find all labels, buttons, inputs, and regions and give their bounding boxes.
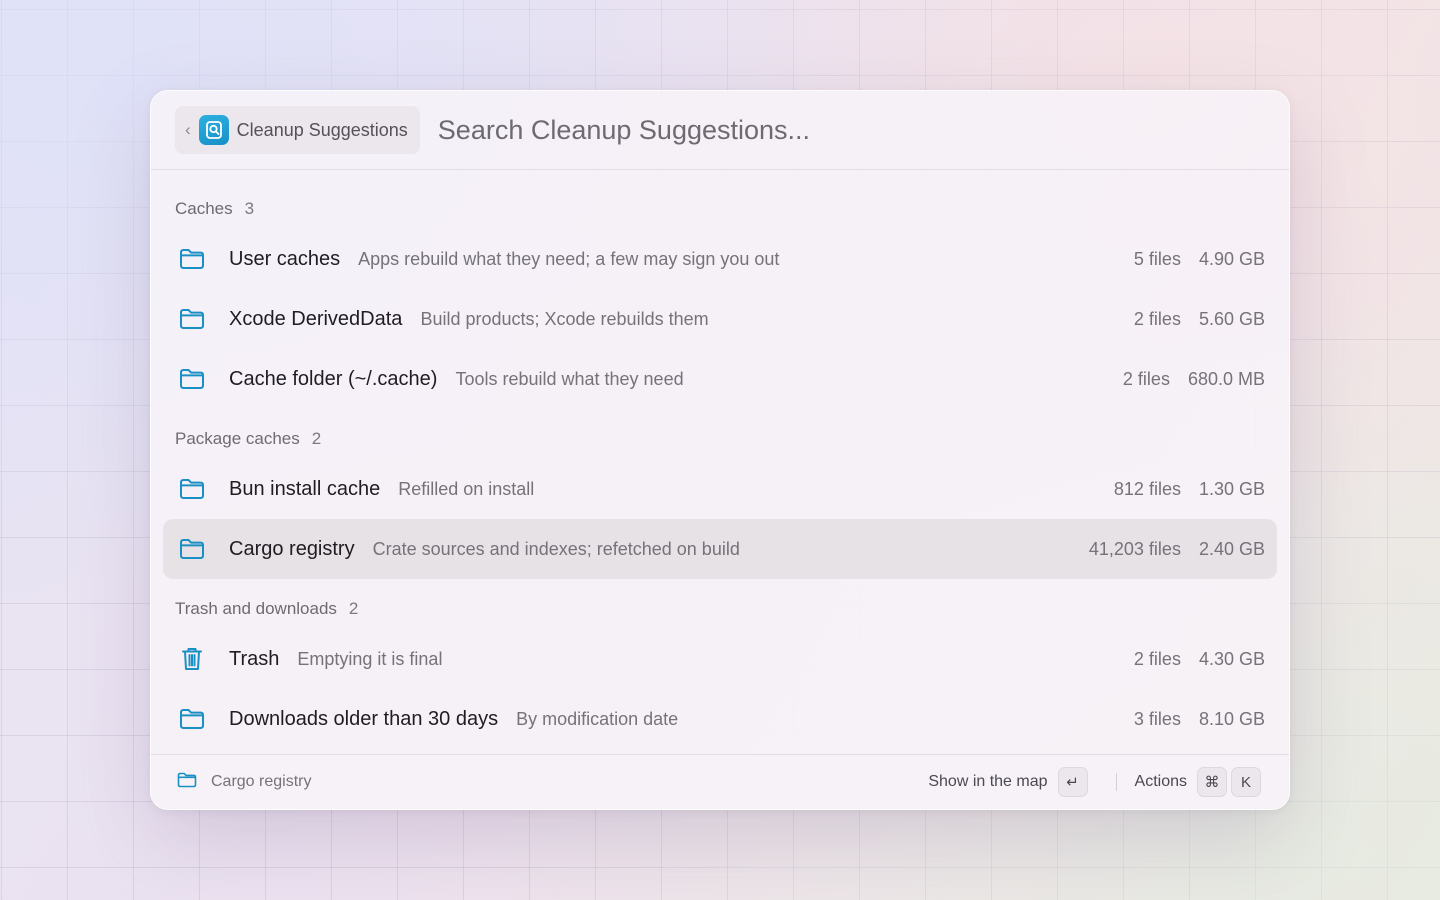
k-key-badge: K [1231,767,1261,797]
section-title: Caches [175,199,233,218]
folder-icon [179,248,215,270]
app-icon [198,115,229,145]
list-item[interactable]: Downloads older than 30 days By modificat… [163,689,1277,749]
list-item[interactable]: Cache folder (~/.cache) Tools rebuild wha… [163,349,1277,409]
item-file-count: 2 files [1122,368,1170,389]
chevron-left-icon: ‹ [185,120,191,139]
suggestions-list: Caches 3 User caches Apps rebuild what they… [151,171,1289,756]
item-size: 680.0 MB [1187,368,1265,389]
item-description: Apps rebuild what they need; a few may s… [358,248,780,269]
selected-item-label: Cargo registry [211,773,312,790]
breadcrumb-label: Cleanup Suggestions [236,119,408,140]
folder-icon [179,368,215,390]
folder-icon [177,772,197,793]
section-count: 2 [348,599,359,618]
item-file-count: 2 files [1133,648,1181,669]
item-file-count: 812 files [1113,478,1181,499]
header-bar: ‹ Cleanup Suggestions [151,91,1289,170]
item-file-count: 3 files [1133,708,1181,729]
folder-icon [179,708,215,730]
item-size: 2.40 GB [1198,538,1265,559]
trash-icon [179,646,215,672]
section-count: 2 [311,429,322,448]
show-in-map-button[interactable]: Show in the map [928,773,1047,791]
item-title: Trash [229,647,280,670]
folder-icon [179,478,215,500]
item-file-count: 5 files [1133,248,1181,269]
item-file-count: 2 files [1133,308,1181,329]
search-input[interactable] [437,114,1138,146]
breadcrumb-back-button[interactable]: ‹ Cleanup Suggestions [175,106,420,154]
section-title: Trash and downloads [175,599,337,618]
item-title: Cache folder (~/.cache) [229,367,438,390]
folder-icon [179,538,215,560]
item-description: Build products; Xcode rebuilds them [420,308,709,329]
item-title: Xcode DerivedData [229,307,403,330]
section-header: Package caches 2 [163,409,1277,459]
folder-icon [179,308,215,330]
item-description: By modification date [516,708,679,729]
item-description: Refilled on install [398,478,535,499]
list-item[interactable]: Xcode DerivedData Build products; Xcode r… [163,289,1277,349]
section-header: Trash and downloads 2 [163,579,1277,629]
section-title: Package caches [175,429,300,448]
command-key-badge: ⌘ [1197,767,1227,797]
list-item[interactable]: Trash Emptying it is final 2 files 4.30 GB [163,629,1277,689]
item-title: Cargo registry [229,537,355,560]
footer-divider [1115,773,1117,791]
launcher-window: ‹ Cleanup Suggestions Caches 3 User caches… [150,90,1290,810]
list-item[interactable]: Bun install cache Refilled on install 812 … [163,459,1277,519]
item-description: Crate sources and indexes; refetched on … [372,538,740,559]
item-size: 5.60 GB [1198,308,1265,329]
list-item[interactable]: User caches Apps rebuild what they need; … [163,229,1277,289]
item-file-count: 41,203 files [1088,538,1181,559]
list-item[interactable]: Cargo registry Crate sources and indexes;… [163,519,1277,579]
section-header: Caches 3 [163,171,1277,229]
item-title: Downloads older than 30 days [229,707,499,730]
item-size: 4.90 GB [1198,248,1265,269]
item-description: Tools rebuild what they need [455,368,684,389]
item-size: 4.30 GB [1198,648,1265,669]
item-size: 8.10 GB [1198,708,1265,729]
item-title: Bun install cache [229,477,381,500]
item-title: User caches [229,247,341,270]
return-key-badge: ↵ [1057,767,1088,797]
footer-bar: Cargo registry Show in the map ↵ Actions… [151,754,1289,809]
item-size: 1.30 GB [1198,478,1265,499]
actions-button[interactable]: Actions [1135,773,1187,791]
item-description: Emptying it is final [297,648,443,669]
section-count: 3 [244,199,255,218]
